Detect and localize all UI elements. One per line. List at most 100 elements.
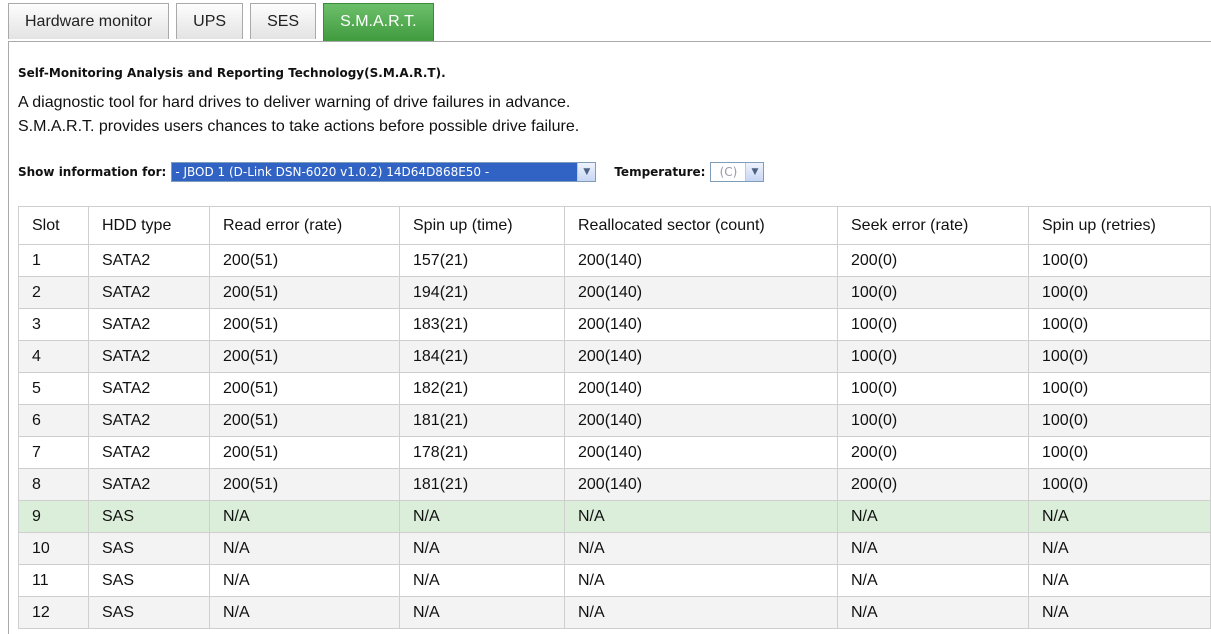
cell-seek-error: N/A bbox=[837, 532, 1029, 565]
cell-slot: 10 bbox=[18, 532, 89, 565]
cell-seek-error: 200(0) bbox=[837, 436, 1029, 469]
cell-slot: 3 bbox=[18, 308, 89, 341]
cell-spin-up-retries: 100(0) bbox=[1028, 244, 1211, 277]
cell-seek-error: N/A bbox=[837, 500, 1029, 533]
cell-spin-up-time: 183(21) bbox=[399, 308, 565, 341]
cell-spin-up-retries: 100(0) bbox=[1028, 372, 1211, 405]
cell-spin-up-retries: 100(0) bbox=[1028, 404, 1211, 437]
tab-ses[interactable]: SES bbox=[250, 3, 317, 39]
cell-hdd-type: SATA2 bbox=[88, 468, 210, 501]
cell-seek-error: 100(0) bbox=[837, 308, 1029, 341]
cell-read-error: N/A bbox=[209, 596, 400, 629]
cell-spin-up-time: 157(21) bbox=[399, 244, 565, 277]
cell-reallocated-sector: 200(140) bbox=[564, 308, 838, 341]
table-row[interactable]: 1 SATA2 200(51) 157(21) 200(140) 200(0) 100(0) bbox=[18, 244, 1211, 277]
cell-read-error: N/A bbox=[209, 532, 400, 565]
cell-seek-error: 100(0) bbox=[837, 340, 1029, 373]
table-row[interactable]: 12 SAS N/A N/A N/A N/A N/A bbox=[18, 596, 1211, 629]
temperature-unit-select[interactable]: (C) ▼ bbox=[710, 162, 765, 182]
cell-reallocated-sector: N/A bbox=[564, 500, 838, 533]
cell-seek-error: 200(0) bbox=[837, 468, 1029, 501]
cell-hdd-type: SAS bbox=[88, 532, 210, 565]
cell-seek-error: 100(0) bbox=[837, 372, 1029, 405]
cell-slot: 2 bbox=[18, 276, 89, 309]
table-row[interactable]: 7 SATA2 200(51) 178(21) 200(140) 200(0) 100(0) bbox=[18, 436, 1211, 469]
cell-slot: 8 bbox=[18, 468, 89, 501]
cell-slot: 7 bbox=[18, 436, 89, 469]
cell-hdd-type: SATA2 bbox=[88, 436, 210, 469]
cell-spin-up-time: 178(21) bbox=[399, 436, 565, 469]
cell-slot: 12 bbox=[18, 596, 89, 629]
table-row[interactable]: 10 SAS N/A N/A N/A N/A N/A bbox=[18, 532, 1211, 565]
cell-hdd-type: SAS bbox=[88, 564, 210, 597]
cell-read-error: 200(51) bbox=[209, 244, 400, 277]
cell-read-error: N/A bbox=[209, 500, 400, 533]
enclosure-select[interactable]: - JBOD 1 (D-Link DSN-6020 v1.0.2) 14D64D… bbox=[171, 162, 597, 182]
cell-hdd-type: SATA2 bbox=[88, 372, 210, 405]
description-line-2: S.M.A.R.T. provides users chances to tak… bbox=[18, 118, 580, 135]
cell-spin-up-retries: N/A bbox=[1028, 500, 1211, 533]
table-row[interactable]: 11 SAS N/A N/A N/A N/A N/A bbox=[18, 564, 1211, 597]
cell-reallocated-sector: 200(140) bbox=[564, 340, 838, 373]
cell-hdd-type: SATA2 bbox=[88, 340, 210, 373]
cell-reallocated-sector: N/A bbox=[564, 532, 838, 565]
cell-spin-up-retries: N/A bbox=[1028, 532, 1211, 565]
column-header-hdd-type: HDD type bbox=[88, 206, 210, 245]
cell-slot: 4 bbox=[18, 340, 89, 373]
chevron-down-icon[interactable]: ▼ bbox=[745, 163, 764, 181]
cell-reallocated-sector: 200(140) bbox=[564, 372, 838, 405]
table-row[interactable]: 8 SATA2 200(51) 181(21) 200(140) 200(0) 100(0) bbox=[18, 468, 1211, 501]
cell-hdd-type: SATA2 bbox=[88, 244, 210, 277]
cell-hdd-type: SATA2 bbox=[88, 276, 210, 309]
cell-seek-error: 100(0) bbox=[837, 404, 1029, 437]
column-header-slot: Slot bbox=[18, 206, 89, 245]
cell-seek-error: N/A bbox=[837, 564, 1029, 597]
table-row[interactable]: 9 SAS N/A N/A N/A N/A N/A bbox=[18, 500, 1211, 533]
cell-hdd-type: SAS bbox=[88, 500, 210, 533]
chevron-down-icon[interactable]: ▼ bbox=[577, 163, 596, 181]
cell-spin-up-time: N/A bbox=[399, 532, 565, 565]
description-line-1: A diagnostic tool for hard drives to del… bbox=[18, 94, 571, 111]
cell-reallocated-sector: 200(140) bbox=[564, 404, 838, 437]
tab-hardware-monitor[interactable]: Hardware monitor bbox=[8, 3, 170, 39]
cell-spin-up-time: 181(21) bbox=[399, 404, 565, 437]
cell-spin-up-retries: 100(0) bbox=[1028, 468, 1211, 501]
column-header-spin-up-time: Spin up (time) bbox=[399, 206, 565, 245]
table-row[interactable]: 2 SATA2 200(51) 194(21) 200(140) 100(0) 100(0) bbox=[18, 276, 1211, 309]
table-row[interactable]: 6 SATA2 200(51) 181(21) 200(140) 100(0) 100(0) bbox=[18, 404, 1211, 437]
cell-reallocated-sector: N/A bbox=[564, 564, 838, 597]
cell-read-error: 200(51) bbox=[209, 340, 400, 373]
page-title: Self-Monitoring Analysis and Reporting T… bbox=[18, 66, 446, 80]
table-row[interactable]: 3 SATA2 200(51) 183(21) 200(140) 100(0) 100(0) bbox=[18, 308, 1211, 341]
cell-read-error: 200(51) bbox=[209, 276, 400, 309]
tab-smart[interactable]: S.M.A.R.T. bbox=[323, 3, 434, 42]
cell-read-error: 200(51) bbox=[209, 372, 400, 405]
temperature-unit-value: (C) bbox=[719, 165, 738, 179]
table-row[interactable]: 5 SATA2 200(51) 182(21) 200(140) 100(0) 100(0) bbox=[18, 372, 1211, 405]
column-header-read-error: Read error (rate) bbox=[209, 206, 400, 245]
cell-read-error: 200(51) bbox=[209, 468, 400, 501]
cell-spin-up-retries: 100(0) bbox=[1028, 308, 1211, 341]
table-header-row: Slot HDD type Read error (rate) Spin up … bbox=[18, 206, 1211, 245]
tab-ups[interactable]: UPS bbox=[176, 3, 244, 39]
cell-spin-up-retries: 100(0) bbox=[1028, 340, 1211, 373]
cell-slot: 9 bbox=[18, 500, 89, 533]
cell-spin-up-time: 194(21) bbox=[399, 276, 565, 309]
cell-seek-error: 100(0) bbox=[837, 276, 1029, 309]
cell-slot: 11 bbox=[18, 564, 89, 597]
column-header-seek-error: Seek error (rate) bbox=[837, 206, 1029, 245]
cell-spin-up-time: 182(21) bbox=[399, 372, 565, 405]
cell-hdd-type: SAS bbox=[88, 596, 210, 629]
column-header-reallocated-sector: Reallocated sector (count) bbox=[564, 206, 838, 245]
cell-reallocated-sector: 200(140) bbox=[564, 468, 838, 501]
table-row[interactable]: 4 SATA2 200(51) 184(21) 200(140) 100(0) 100(0) bbox=[18, 340, 1211, 373]
cell-spin-up-retries: N/A bbox=[1028, 596, 1211, 629]
temperature-label: Temperature: bbox=[614, 165, 706, 179]
smart-table: Slot HDD type Read error (rate) Spin up … bbox=[18, 206, 1211, 629]
cell-reallocated-sector: 200(140) bbox=[564, 244, 838, 277]
cell-read-error: N/A bbox=[209, 564, 400, 597]
cell-slot: 5 bbox=[18, 372, 89, 405]
cell-reallocated-sector: 200(140) bbox=[564, 436, 838, 469]
cell-spin-up-time: N/A bbox=[399, 596, 565, 629]
cell-hdd-type: SATA2 bbox=[88, 308, 210, 341]
